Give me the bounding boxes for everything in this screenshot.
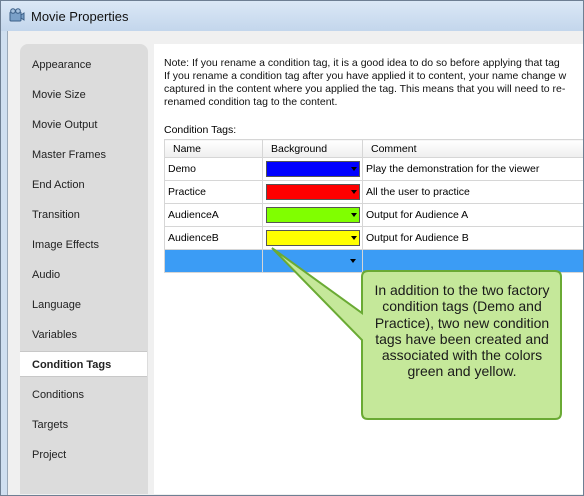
column-header-background[interactable]: Background — [262, 139, 363, 158]
new-comment-cell[interactable] — [362, 249, 583, 273]
comment-cell[interactable]: Play the demonstration for the viewer — [362, 157, 583, 181]
sidebar-item-variables[interactable]: Variables — [20, 322, 148, 348]
sidebar-item-end-action[interactable]: End Action — [20, 172, 148, 198]
window-title: Movie Properties — [31, 9, 129, 24]
new-background-cell[interactable] — [262, 249, 363, 273]
sidebar-item-master-frames[interactable]: Master Frames — [20, 142, 148, 168]
comment-cell[interactable]: Output for Audience A — [362, 203, 583, 227]
column-header-name[interactable]: Name — [164, 139, 263, 158]
sidebar-item-targets[interactable]: Targets — [20, 412, 148, 438]
dropdown-arrow-icon[interactable] — [350, 259, 356, 263]
sidebar-item-transition[interactable]: Transition — [20, 202, 148, 228]
sidebar-item-conditions[interactable]: Conditions — [20, 382, 148, 408]
dropdown-arrow-icon[interactable] — [351, 167, 357, 171]
color-dropdown[interactable] — [266, 207, 360, 223]
sidebar-item-condition-tags[interactable]: Condition Tags — [20, 351, 147, 377]
tag-name-cell[interactable]: Practice — [164, 180, 263, 204]
callout-text: In addition to the two factory condition… — [374, 282, 550, 380]
color-dropdown[interactable] — [266, 161, 360, 177]
condition-tags-label: Condition Tags: — [164, 124, 237, 136]
table-row[interactable]: Demo Play the demonstration for the view… — [164, 157, 583, 181]
condition-tags-grid: Name Background Comment Demo Play the de… — [164, 139, 583, 273]
tag-name-cell[interactable]: AudienceB — [164, 226, 263, 250]
dropdown-arrow-icon[interactable] — [351, 236, 357, 240]
condition-tags-panel: Note: If you rename a condition tag, it … — [154, 44, 583, 494]
table-row[interactable]: AudienceA Output for Audience A — [164, 203, 583, 227]
color-dropdown[interactable] — [266, 230, 360, 246]
comment-cell[interactable]: All the user to practice — [362, 180, 583, 204]
tag-name-cell[interactable]: AudienceA — [164, 203, 263, 227]
rename-note: Note: If you rename a condition tag, it … — [164, 57, 567, 108]
background-cell[interactable] — [262, 226, 363, 250]
comment-cell[interactable]: Output for Audience B — [362, 226, 583, 250]
sidebar-item-project[interactable]: Project — [20, 442, 148, 468]
color-dropdown[interactable] — [266, 184, 360, 200]
background-cell[interactable] — [262, 157, 363, 181]
dropdown-arrow-icon[interactable] — [351, 213, 357, 217]
column-header-comment[interactable]: Comment — [362, 139, 583, 158]
sidebar-item-movie-size[interactable]: Movie Size — [20, 82, 148, 108]
title-bar[interactable]: Movie Properties — [1, 1, 583, 31]
sidebar-item-language[interactable]: Language — [20, 292, 148, 318]
dialog-body: Appearance Movie Size Movie Output Maste… — [7, 31, 583, 495]
tag-name-cell[interactable]: Demo — [164, 157, 263, 181]
sidebar-item-movie-output[interactable]: Movie Output — [20, 112, 148, 138]
movie-properties-window: Movie Properties Appearance Movie Size M… — [0, 0, 584, 496]
sidebar-item-image-effects[interactable]: Image Effects — [20, 232, 148, 258]
background-cell[interactable] — [262, 203, 363, 227]
table-row[interactable]: Practice All the user to practice — [164, 180, 583, 204]
new-tag-row[interactable] — [164, 249, 583, 273]
new-tag-name-cell[interactable] — [164, 249, 263, 273]
sidebar-item-audio[interactable]: Audio — [20, 262, 148, 288]
sidebar: Appearance Movie Size Movie Output Maste… — [20, 44, 148, 494]
background-cell[interactable] — [262, 180, 363, 204]
table-row[interactable]: AudienceB Output for Audience B — [164, 226, 583, 250]
app-icon — [9, 8, 25, 22]
sidebar-item-appearance[interactable]: Appearance — [20, 52, 148, 78]
dropdown-arrow-icon[interactable] — [351, 190, 357, 194]
